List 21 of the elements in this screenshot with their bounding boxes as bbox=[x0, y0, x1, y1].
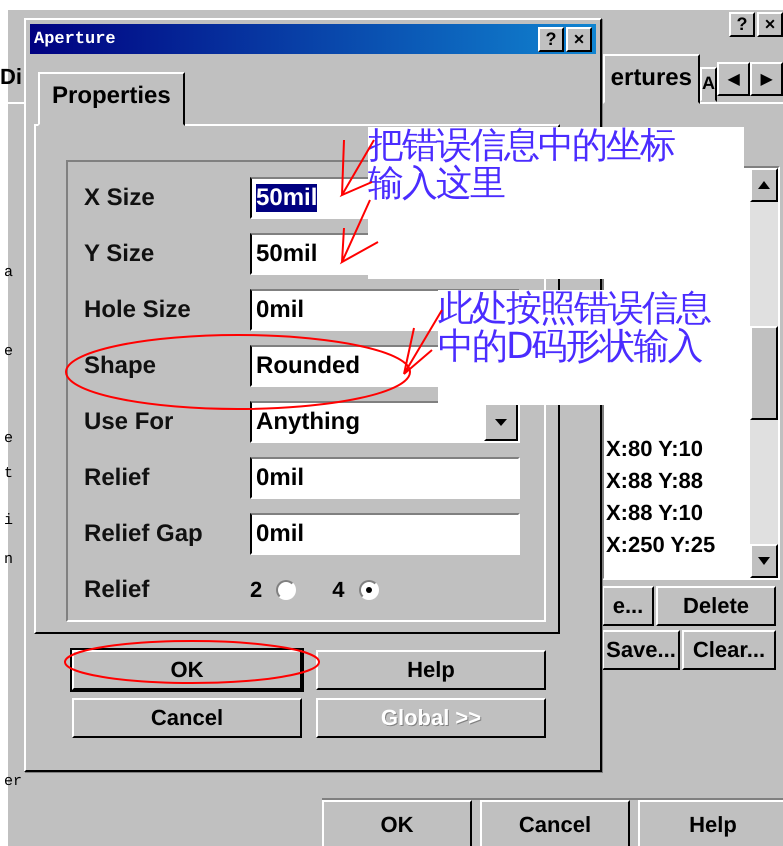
label-text: e bbox=[4, 343, 14, 360]
radio-label: 2 bbox=[250, 577, 262, 603]
field-label: Shape bbox=[84, 352, 158, 380]
annotation-text: 把错误信息中的坐标 bbox=[368, 127, 676, 165]
field-label: Relief bbox=[84, 576, 150, 604]
label-text: t bbox=[4, 465, 14, 482]
field-label: Relief bbox=[84, 464, 150, 492]
field-label: Use For bbox=[84, 408, 174, 436]
annotation-text: 输入这里 bbox=[368, 165, 506, 203]
tab-label: Di bbox=[0, 64, 22, 91]
field-label: Y Size bbox=[84, 240, 156, 268]
label-text: n bbox=[4, 551, 14, 568]
label-text: a bbox=[4, 264, 14, 281]
label-text: i bbox=[4, 512, 14, 529]
radio-label: 4 bbox=[332, 577, 344, 603]
field-label: Relief Gap bbox=[84, 520, 204, 548]
field-label: X Size bbox=[84, 184, 156, 212]
window-title: Aperture bbox=[34, 30, 117, 48]
label-text: er bbox=[4, 773, 24, 790]
label-text: e bbox=[4, 430, 14, 447]
field-label: Hole Size bbox=[84, 296, 192, 324]
